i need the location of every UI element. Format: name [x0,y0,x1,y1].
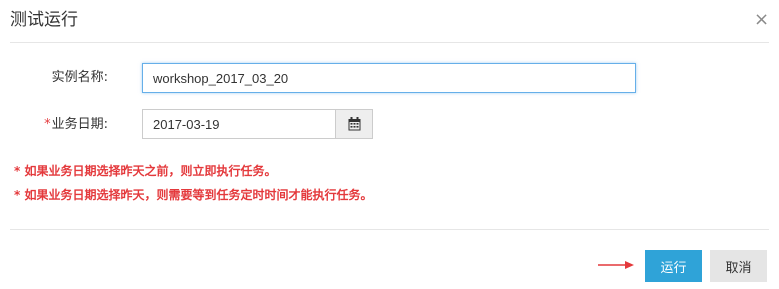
date-picker-button[interactable] [335,109,373,139]
footer-divider [10,229,769,230]
instance-name-label: 实例名称: [18,68,108,88]
close-icon[interactable]: × [754,9,769,31]
dialog-title: 测试运行 [10,10,78,30]
note-yesterday: * 如果业务日期选择昨天，则需要等到任务定时时间才能执行任务。 [14,188,373,202]
notes: * 如果业务日期选择昨天之前，则立即执行任务。 * 如果业务日期选择昨天，则需要… [14,159,372,207]
business-date-label: *业务日期: [18,115,108,135]
red-arrow-icon [598,261,634,269]
test-run-dialog: 测试运行 × 实例名称: *业务日期: * 如果业务日期选择昨天之前，则立即执行… [0,0,779,289]
instance-name-label-text: 实例名称: [51,70,108,85]
calendar-icon [348,117,360,131]
business-date-label-text: 业务日期: [51,117,108,132]
note-before-yesterday: * 如果业务日期选择昨天之前，则立即执行任务。 [14,164,277,178]
cancel-button[interactable]: 取消 [710,250,767,282]
run-button[interactable]: 运行 [645,250,702,282]
instance-name-input[interactable] [142,63,636,93]
required-mark: * [44,117,51,132]
header-divider [10,42,769,43]
business-date-input[interactable] [142,109,336,139]
